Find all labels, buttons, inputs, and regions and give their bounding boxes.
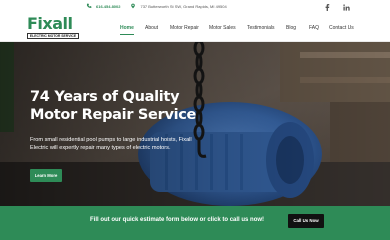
- phone-icon: [86, 3, 92, 8]
- nav-home[interactable]: Home: [120, 25, 134, 35]
- map-pin-icon: [131, 3, 136, 9]
- linkedin-link[interactable]: [341, 3, 351, 11]
- address-text: 737 Butterworth St SW, Grand Rapids, MI …: [140, 3, 227, 9]
- site-logo[interactable]: Fixall ELECTRIC MOTOR SERVICE: [27, 16, 79, 41]
- top-bar: 616.454.8002 737 Butterworth St SW, Gran…: [0, 0, 390, 14]
- nav-testimonials[interactable]: Testimonials: [247, 25, 275, 31]
- linkedin-icon: [342, 3, 350, 11]
- cta-message: Fill out our quick estimate form below o…: [90, 217, 265, 223]
- facebook-link[interactable]: [322, 3, 332, 11]
- logo-wordmark: Fixall: [27, 14, 73, 33]
- phone-number[interactable]: 616.454.8002: [96, 4, 120, 9]
- hero-banner: 74 Years of Quality Motor Repair Service…: [0, 42, 390, 206]
- logo-tagline: ELECTRIC MOTOR SERVICE: [27, 33, 79, 39]
- hero-title-line-2: Motor Repair Service: [30, 106, 197, 123]
- hero-title-line-1: 74 Years of Quality: [30, 89, 180, 105]
- nav-blog[interactable]: Blog: [286, 25, 296, 31]
- call-us-now-button[interactable]: Call Us Now: [288, 214, 324, 228]
- nav-faq[interactable]: FAQ: [309, 25, 319, 31]
- learn-more-button[interactable]: Learn More: [30, 169, 62, 182]
- hero-description: From small residential pool pumps to lar…: [30, 137, 192, 152]
- contact-info: 616.454.8002 737 Butterworth St SW, Gran…: [86, 3, 227, 9]
- cta-band: Fill out our quick estimate form below o…: [0, 206, 390, 240]
- nav-motor-sales[interactable]: Motor Sales: [209, 25, 236, 31]
- nav-contact-us[interactable]: Contact Us: [329, 25, 354, 31]
- site-header: Fixall ELECTRIC MOTOR SERVICE Home About…: [0, 14, 390, 42]
- nav-about[interactable]: About: [145, 25, 158, 31]
- facebook-icon: [325, 3, 329, 11]
- hero-title: 74 Years of Quality Motor Repair Service: [30, 89, 250, 124]
- nav-motor-repair[interactable]: Motor Repair: [170, 25, 199, 31]
